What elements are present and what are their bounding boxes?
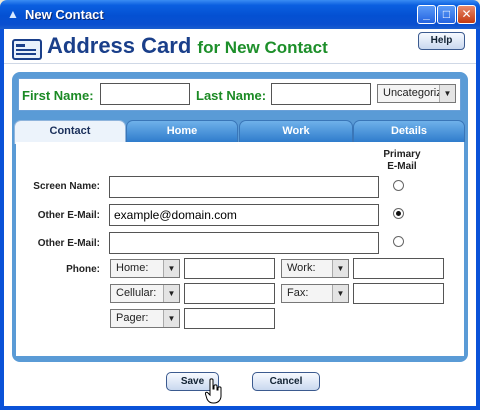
screen-name-input[interactable] <box>109 176 379 198</box>
page-title-main: Address Card <box>47 33 192 58</box>
chevron-down-icon: ▼ <box>163 260 179 277</box>
phone-input-pager[interactable] <box>184 308 275 329</box>
primary-email-radio-other-1[interactable] <box>393 208 404 219</box>
primary-email-radio-other-2[interactable] <box>393 236 404 247</box>
app-icon: ▲ <box>7 7 19 21</box>
tab-home[interactable]: Home <box>126 120 238 142</box>
phone-type-dropdown-fax[interactable]: Fax: ▼ <box>281 284 349 303</box>
chevron-down-icon: ▼ <box>439 85 455 102</box>
first-name-label: First Name: <box>22 88 94 103</box>
phone-type-value: Cellular: <box>116 287 157 299</box>
hand-cursor-icon <box>205 378 222 404</box>
header-divider <box>4 63 476 64</box>
window-title: New Contact <box>25 7 104 22</box>
phone-input-fax[interactable] <box>353 283 444 304</box>
phone-type-value: Home: <box>116 262 149 274</box>
phone-label: Phone: <box>66 264 100 275</box>
address-card-icon <box>12 39 42 60</box>
tab-details[interactable]: Details <box>353 120 465 142</box>
other-email-1-input[interactable]: example@domain.com <box>109 204 379 226</box>
phone-type-value: Work: <box>287 262 316 274</box>
phone-input-home[interactable] <box>184 258 275 279</box>
phone-type-dropdown-work[interactable]: Work: ▼ <box>281 259 349 278</box>
other-email-2-input[interactable] <box>109 232 379 254</box>
other-email-2-label: Other E-Mail: <box>37 238 100 249</box>
category-dropdown[interactable]: Uncategorize ▼ <box>377 84 456 103</box>
screen-name-label: Screen Name: <box>33 181 100 192</box>
page-title: Address Card for New Contact <box>47 33 328 59</box>
phone-type-dropdown-pager[interactable]: Pager: ▼ <box>110 309 180 328</box>
maximize-button[interactable]: □ <box>437 5 456 24</box>
title-bar: ▲ New Contact _ □ ✕ <box>0 0 480 29</box>
last-name-input[interactable] <box>271 83 371 105</box>
tab-contact[interactable]: Contact <box>14 120 126 144</box>
phone-type-value: Pager: <box>116 312 149 324</box>
phone-input-work[interactable] <box>353 258 444 279</box>
help-button[interactable]: Help <box>418 32 465 50</box>
phone-type-dropdown-cellular[interactable]: Cellular: ▼ <box>110 284 180 303</box>
phone-type-value: Fax: <box>287 287 309 299</box>
chevron-down-icon: ▼ <box>163 285 179 302</box>
primary-email-radio-screen-name[interactable] <box>393 180 404 191</box>
chevron-down-icon: ▼ <box>332 260 348 277</box>
tab-work[interactable]: Work <box>239 120 353 142</box>
other-email-1-label: Other E-Mail: <box>37 210 100 221</box>
primary-header-line1: Primary <box>383 149 421 160</box>
chevron-down-icon: ▼ <box>163 310 179 327</box>
primary-header-line2: E-Mail <box>387 161 417 172</box>
page-title-sub: for New Contact <box>197 38 328 57</box>
primary-email-header: Primary E-Mail <box>380 149 424 173</box>
phone-input-cellular[interactable] <box>184 283 275 304</box>
chevron-down-icon: ▼ <box>332 285 348 302</box>
cancel-button[interactable]: Cancel <box>252 372 320 391</box>
close-button[interactable]: ✕ <box>457 5 476 24</box>
first-name-input[interactable] <box>100 83 190 105</box>
phone-type-dropdown-home[interactable]: Home: ▼ <box>110 259 180 278</box>
last-name-label: Last Name: <box>196 88 267 103</box>
minimize-button[interactable]: _ <box>417 5 436 24</box>
